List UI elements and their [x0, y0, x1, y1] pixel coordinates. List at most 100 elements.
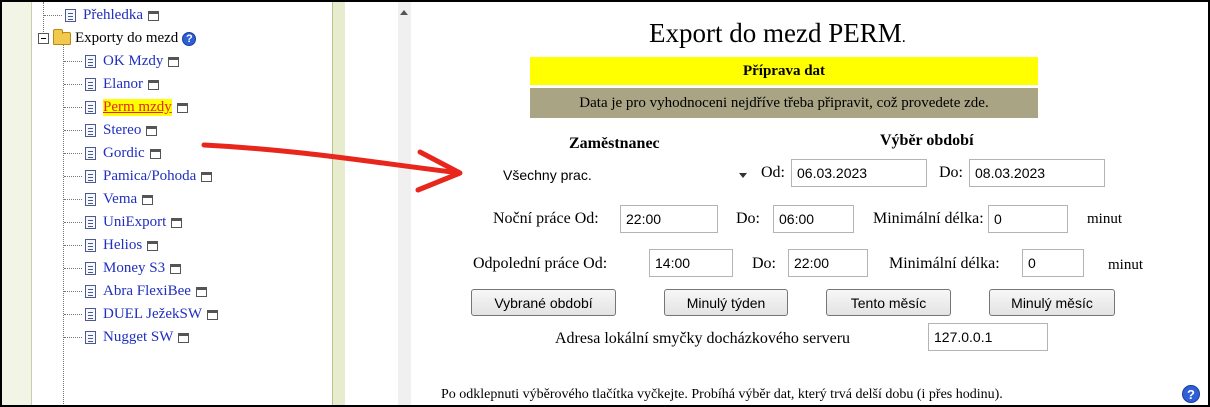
afternoon-min-length-label: Minimální délka: [889, 255, 1000, 272]
tree-item-label[interactable]: Abra FlexiBee [103, 283, 191, 300]
new-window-icon[interactable] [149, 148, 161, 159]
night-to-field[interactable]: 06:00 [773, 205, 854, 233]
document-icon [85, 308, 96, 321]
afternoon-unit-label: minut [1108, 257, 1144, 273]
new-window-icon[interactable] [201, 171, 213, 182]
selected-period-button[interactable]: Vybrané období [471, 289, 616, 316]
tree-item-label[interactable]: Vema [103, 191, 137, 208]
night-work-label: Noční práce Od: [493, 210, 599, 227]
loopback-label: Adresa lokální smyčky docházkového serve… [555, 330, 851, 347]
new-window-icon[interactable] [207, 309, 218, 320]
afternoon-min-length-field[interactable]: 0 [1022, 249, 1084, 277]
new-window-icon[interactable] [178, 332, 190, 343]
page-title: Export do mezd PERM. [649, 18, 906, 49]
loopback-address-field[interactable]: 127.0.0.1 [928, 323, 1048, 351]
scroll-up-arrow-icon[interactable] [400, 10, 408, 15]
tree-item-label[interactable]: Money S3 [103, 260, 165, 277]
tree-item-label[interactable]: Elanor [103, 76, 143, 93]
from-label: Od: [761, 164, 785, 181]
prep-note: Data je pro vyhodnoceni nejdříve třeba p… [530, 88, 1038, 118]
chevron-down-icon [739, 172, 747, 178]
afternoon-to-field[interactable]: 22:00 [788, 249, 868, 277]
night-from-field[interactable]: 22:00 [620, 205, 718, 233]
tree-item-stereo[interactable]: Stereo [64, 119, 158, 142]
tree-item-label[interactable]: OK Mzdy [103, 53, 163, 70]
tree-item-elanor[interactable]: Elanor [64, 73, 159, 96]
tree-item-ok-mzdy[interactable]: OK Mzdy [64, 50, 180, 73]
help-icon[interactable]: ? [182, 31, 197, 46]
tree-item-label[interactable]: UniExport [103, 214, 166, 231]
collapse-icon[interactable] [38, 33, 49, 44]
document-icon [85, 262, 96, 275]
tree-item-label[interactable]: Pamica/Pohoda [103, 168, 196, 185]
footer-note: Po odklepnuti výběrového tlačítka vyčkej… [441, 387, 1003, 402]
tree-item-helios[interactable]: Helios [64, 234, 159, 257]
tree-panel-border [332, 2, 345, 405]
page-title-dot: . [901, 29, 906, 46]
afternoon-to-label: Do: [752, 255, 776, 272]
to-label: Do: [939, 164, 963, 181]
last-week-button[interactable]: Minulý týden [664, 289, 788, 316]
document-icon [85, 78, 96, 91]
new-window-icon[interactable] [142, 194, 154, 205]
tree-item-label[interactable]: Nugget SW [103, 329, 173, 346]
tree-item-money-s3[interactable]: Money S3 [64, 257, 182, 280]
employee-select-value: Všechny prac. [503, 167, 592, 183]
tree-item-label[interactable]: Přehledka [83, 7, 143, 24]
this-month-button[interactable]: Tento měsíc [826, 289, 951, 316]
help-button[interactable]: ? [1182, 385, 1200, 404]
tree-item-uniexport[interactable]: UniExport [64, 211, 183, 234]
new-window-icon[interactable] [176, 102, 188, 113]
afternoon-work-label: Odpolední práce Od: [473, 255, 608, 272]
period-label: Výběr období [880, 132, 974, 149]
afternoon-from-field[interactable]: 14:00 [649, 249, 733, 277]
tree-item-label-active[interactable]: Perm mzdy [103, 99, 172, 116]
tree-item-vema[interactable]: Vema [64, 188, 154, 211]
tree-folder-exporty[interactable]: Exporty do mezd ? [38, 27, 197, 50]
scrollbar[interactable] [398, 2, 411, 405]
last-month-button[interactable]: Minulý měsíc [989, 289, 1115, 316]
new-window-icon[interactable] [146, 125, 158, 136]
prep-header: Příprava dat [530, 57, 1038, 85]
tree-item-gordic[interactable]: Gordic [64, 142, 161, 165]
night-min-length-field[interactable]: 0 [988, 205, 1068, 233]
document-icon [85, 193, 96, 206]
date-from-field[interactable]: 06.03.2023 [791, 159, 927, 187]
new-window-icon[interactable] [171, 217, 183, 228]
panel-gap [345, 2, 398, 405]
new-window-icon[interactable] [170, 263, 182, 274]
document-icon [85, 101, 96, 114]
new-window-icon[interactable] [147, 79, 159, 90]
employee-select[interactable]: Všechny prac. [497, 161, 753, 189]
employee-label: Zaměstnanec [569, 135, 660, 152]
tree-item-duel-jezeksw[interactable]: DUEL JežekSW [64, 303, 218, 326]
tree-item-label[interactable]: Stereo [103, 122, 141, 139]
tree-item-nugget-sw[interactable]: Nugget SW [64, 326, 190, 349]
tree-gutter [2, 2, 32, 405]
folder-label[interactable]: Exporty do mezd [75, 30, 178, 47]
tree-item-label[interactable]: DUEL JežekSW [103, 306, 202, 323]
new-window-icon[interactable] [195, 286, 207, 297]
date-to-field[interactable]: 08.03.2023 [969, 159, 1105, 187]
new-window-icon[interactable] [147, 10, 159, 21]
new-window-icon[interactable] [168, 56, 180, 67]
document-icon [65, 9, 76, 22]
document-icon [85, 124, 96, 137]
new-window-icon[interactable] [147, 240, 159, 251]
tree-item-label[interactable]: Gordic [103, 145, 145, 162]
page-title-text: Export do mezd PERM [649, 18, 902, 48]
prep-header-text: Příprava dat [742, 62, 826, 79]
document-icon [85, 285, 96, 298]
night-min-length-label: Minimální délka: [873, 210, 984, 227]
prep-note-text: Data je pro vyhodnoceni nejdříve třeba p… [579, 94, 989, 111]
tree-item-perm-mzdy[interactable]: Perm mzdy [64, 96, 188, 119]
tree-item-pamica-pohoda[interactable]: Pamica/Pohoda [64, 165, 213, 188]
help-icon[interactable]: ? [1182, 385, 1200, 403]
tree-item-prehledka[interactable]: Přehledka [44, 4, 159, 27]
document-icon [85, 331, 96, 344]
tree-item-label[interactable]: Helios [103, 237, 142, 254]
tree-item-abra-flexibee[interactable]: Abra FlexiBee [64, 280, 207, 303]
navigation-tree: Přehledka Exporty do mezd ? OK Mzdy Elan… [2, 2, 345, 405]
night-to-label: Do: [736, 210, 760, 227]
folder-icon [53, 29, 71, 45]
